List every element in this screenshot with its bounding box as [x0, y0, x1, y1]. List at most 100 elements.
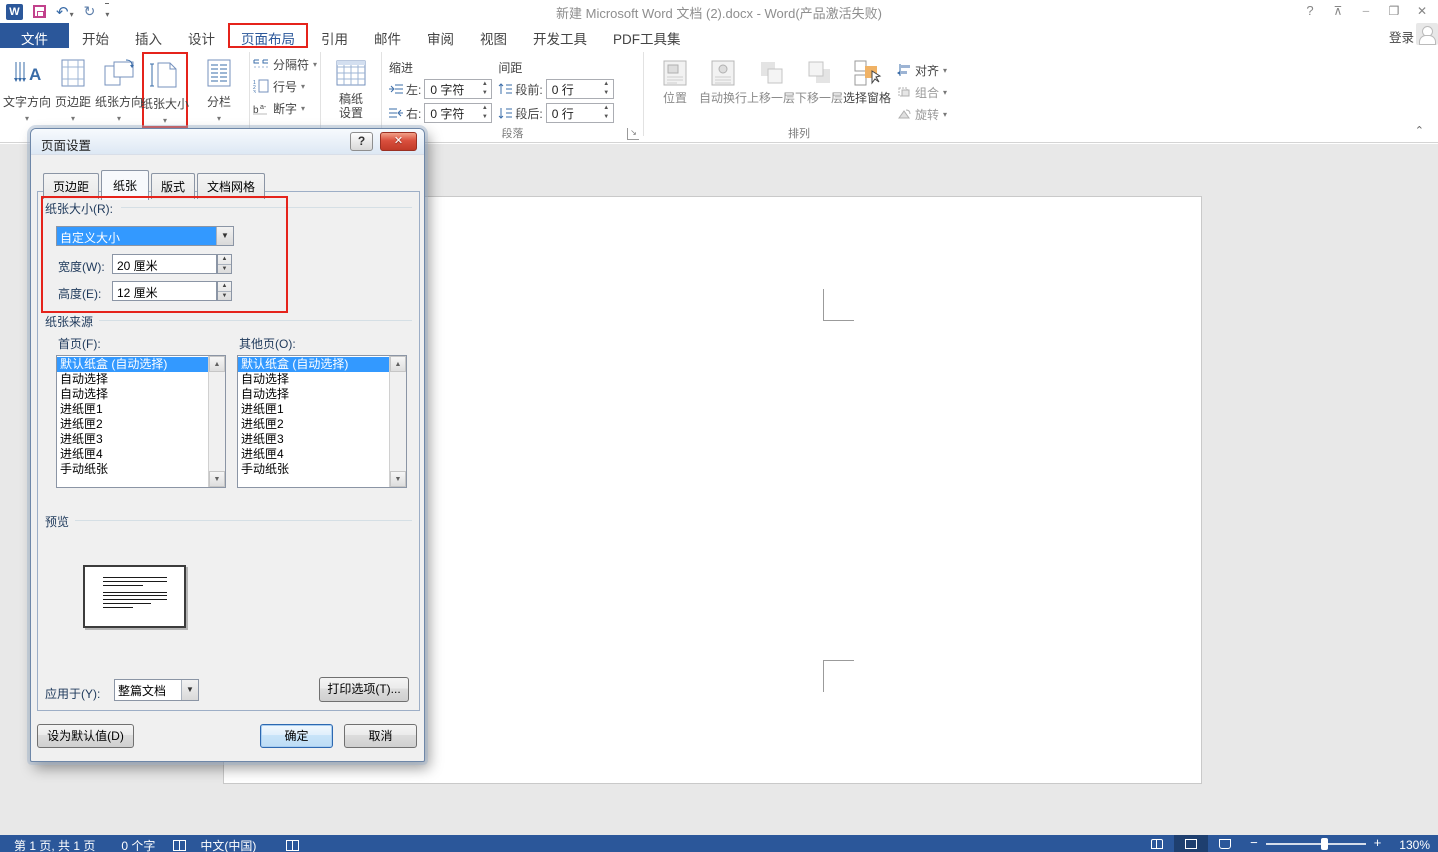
align-button[interactable]: 对齐 — [897, 61, 947, 79]
page-indicator[interactable]: 第 1 页, 共 1 页 — [14, 834, 95, 852]
tab-file[interactable]: 文件 — [0, 23, 69, 48]
chevron-down-icon[interactable] — [216, 227, 233, 245]
chevron-down-icon[interactable] — [181, 680, 198, 700]
dialog-tab-paper[interactable]: 纸张 — [101, 170, 149, 200]
set-as-default-button[interactable]: 设为默认值(D) — [37, 724, 134, 748]
list-item[interactable]: 自动选择 — [238, 372, 389, 387]
tab-developer[interactable]: 开发工具 — [520, 23, 600, 48]
list-item[interactable]: 自动选择 — [57, 387, 208, 402]
apply-to-select[interactable]: 整篇文档 — [114, 679, 199, 701]
spinner[interactable] — [478, 104, 491, 122]
dialog-tab-document-grid[interactable]: 文档网格 — [197, 173, 265, 199]
manuscript-setup-button[interactable]: 稿纸设置 — [328, 52, 374, 128]
word-count[interactable]: 0 个字 — [121, 834, 155, 852]
print-options-button[interactable]: 打印选项(T)... — [319, 677, 409, 702]
list-item[interactable]: 进纸匣1 — [57, 402, 208, 417]
indent-left-input[interactable]: 0 字符 — [424, 79, 492, 99]
orientation-button[interactable]: 纸张方向 — [96, 52, 142, 128]
list-item[interactable]: 自动选择 — [238, 387, 389, 402]
web-layout-icon[interactable] — [1208, 835, 1242, 852]
tab-insert[interactable]: 插入 — [122, 23, 175, 48]
zoom-slider[interactable] — [1266, 843, 1366, 845]
proofing-icon[interactable] — [173, 840, 186, 851]
scroll-down-icon[interactable] — [209, 471, 225, 487]
collapse-ribbon-icon[interactable] — [1415, 124, 1424, 137]
list-item[interactable]: 手动纸张 — [238, 462, 389, 477]
scroll-up-icon[interactable] — [209, 356, 225, 372]
print-layout-icon[interactable] — [1174, 835, 1208, 852]
width-spinner[interactable] — [217, 254, 232, 274]
dialog-tab-layout[interactable]: 版式 — [151, 173, 195, 199]
zoom-level[interactable]: 130% — [1399, 836, 1430, 852]
spinner[interactable] — [600, 104, 613, 122]
space-after-input[interactable]: 0 行 — [546, 103, 614, 123]
position-button[interactable]: 位置 — [651, 52, 699, 128]
avatar-icon[interactable] — [1416, 23, 1438, 45]
height-input[interactable]: 12 厘米 — [112, 281, 217, 301]
tab-design[interactable]: 设计 — [175, 23, 228, 48]
minimize-icon[interactable] — [1352, 0, 1380, 21]
bring-forward-button[interactable]: 上移一层 — [747, 52, 795, 128]
paper-size-select[interactable]: 自定义大小 — [56, 226, 234, 246]
input-mode-icon[interactable] — [286, 840, 299, 851]
scrollbar[interactable] — [389, 356, 406, 487]
group-button[interactable]: 组合 — [897, 83, 947, 101]
width-input[interactable]: 20 厘米 — [112, 254, 217, 274]
rotate-button[interactable]: 旋转 — [897, 105, 947, 123]
tab-mailings[interactable]: 邮件 — [361, 23, 414, 48]
sign-in-link[interactable]: 登录 — [1389, 27, 1414, 46]
tab-view[interactable]: 视图 — [467, 23, 520, 48]
paragraph-dialog-launcher-icon[interactable] — [627, 128, 639, 140]
scrollbar[interactable] — [208, 356, 225, 487]
scroll-down-icon[interactable] — [390, 471, 406, 487]
scroll-up-icon[interactable] — [390, 356, 406, 372]
ok-button[interactable]: 确定 — [260, 724, 333, 748]
list-item[interactable]: 手动纸张 — [57, 462, 208, 477]
help-icon[interactable] — [1296, 0, 1324, 21]
line-numbers-button[interactable]: 123 行号 — [253, 77, 317, 95]
tab-home[interactable]: 开始 — [69, 23, 122, 48]
list-item[interactable]: 进纸匣4 — [238, 447, 389, 462]
hyphenation-button[interactable]: ba- 断字 — [253, 99, 317, 117]
spinner[interactable] — [478, 80, 491, 98]
dialog-close-icon[interactable] — [380, 132, 417, 151]
height-spinner[interactable] — [217, 281, 232, 301]
margins-button[interactable]: 页边距 — [50, 52, 96, 128]
first-page-tray-list[interactable]: 默认纸盒 (自动选择) 自动选择 自动选择 进纸匣1 进纸匣2 进纸匣3 进纸匣… — [56, 355, 226, 488]
spinner[interactable] — [600, 80, 613, 98]
space-before-input[interactable]: 0 行 — [546, 79, 614, 99]
text-direction-button[interactable]: A 文字方向 — [4, 52, 50, 128]
dialog-help-icon[interactable] — [350, 132, 373, 151]
list-item[interactable]: 进纸匣3 — [238, 432, 389, 447]
zoom-slider-thumb[interactable] — [1321, 838, 1328, 850]
zoom-in-icon[interactable]: + — [1366, 835, 1390, 852]
list-item[interactable]: 进纸匣3 — [57, 432, 208, 447]
other-pages-tray-list[interactable]: 默认纸盒 (自动选择) 自动选择 自动选择 进纸匣1 进纸匣2 进纸匣3 进纸匣… — [237, 355, 407, 488]
wrap-text-button[interactable]: 自动换行 — [699, 52, 747, 128]
ribbon-display-icon[interactable] — [1324, 0, 1352, 21]
tab-review[interactable]: 审阅 — [414, 23, 467, 48]
list-item[interactable]: 进纸匣2 — [238, 417, 389, 432]
selection-pane-button[interactable]: 选择窗格 — [843, 52, 891, 128]
read-mode-icon[interactable] — [1140, 835, 1174, 852]
columns-button[interactable]: 分栏 — [196, 52, 242, 128]
close-icon[interactable] — [1408, 0, 1436, 21]
restore-icon[interactable] — [1380, 0, 1408, 21]
dialog-title-bar[interactable]: 页面设置 — [31, 129, 424, 155]
zoom-out-icon[interactable]: − — [1242, 835, 1266, 852]
breaks-button[interactable]: 分隔符 — [253, 55, 317, 73]
list-item[interactable]: 进纸匣4 — [57, 447, 208, 462]
list-item[interactable]: 进纸匣1 — [238, 402, 389, 417]
list-item[interactable]: 进纸匣2 — [57, 417, 208, 432]
list-item[interactable]: 默认纸盒 (自动选择) — [238, 357, 389, 372]
language-indicator[interactable]: 中文(中国) — [200, 834, 256, 852]
tab-pdf-tools[interactable]: PDF工具集 — [600, 23, 694, 48]
tab-references[interactable]: 引用 — [308, 23, 361, 48]
tab-page-layout[interactable]: 页面布局 — [228, 23, 308, 48]
list-item[interactable]: 默认纸盒 (自动选择) — [57, 357, 208, 372]
cancel-button[interactable]: 取消 — [344, 724, 417, 748]
send-backward-button[interactable]: 下移一层 — [795, 52, 843, 128]
dialog-tab-margins[interactable]: 页边距 — [43, 173, 99, 199]
indent-right-input[interactable]: 0 字符 — [424, 103, 492, 123]
paper-size-button[interactable]: 纸张大小 — [142, 52, 188, 128]
